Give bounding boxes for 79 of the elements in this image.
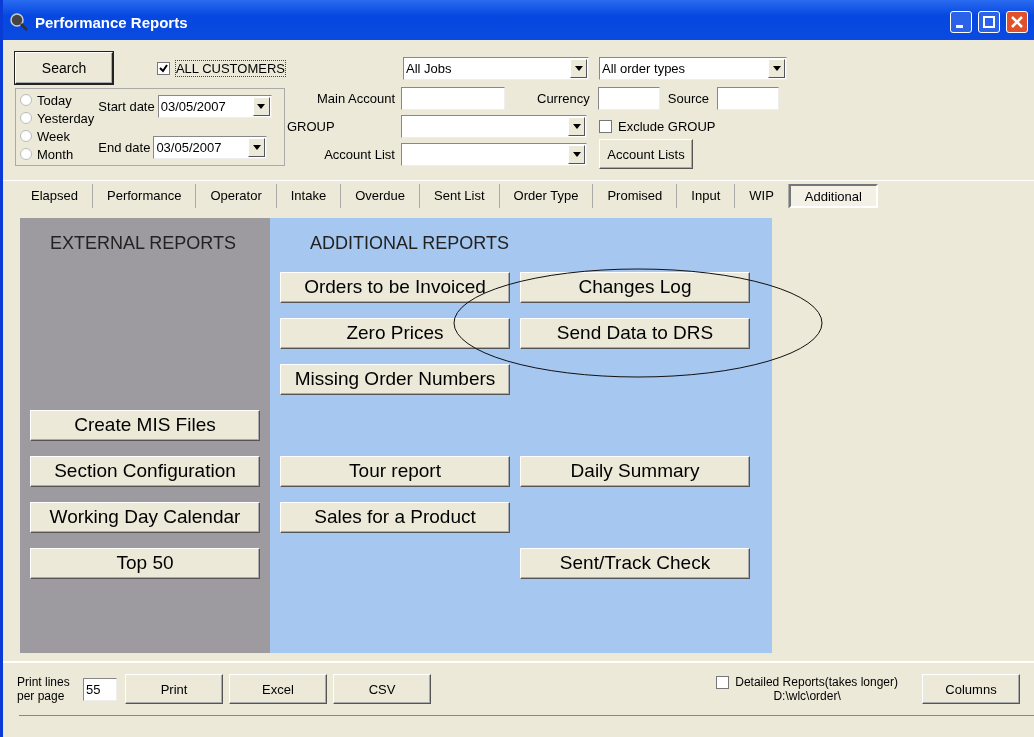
text-field[interactable]	[716, 86, 779, 110]
text-field[interactable]	[597, 86, 660, 110]
combo-value: All order types	[602, 60, 686, 76]
combo-value: All Jobs	[406, 60, 452, 76]
toolbar-button[interactable]: Print	[125, 674, 223, 704]
checkbox[interactable]	[156, 61, 170, 75]
caret-icon	[772, 65, 781, 71]
window-title: Performance Reports	[35, 13, 189, 31]
report-button[interactable]: Zero Prices	[280, 317, 510, 349]
checkbox-label: Detailed Reports(takes longer)	[735, 675, 898, 689]
path-label: D:\wlc\order\	[773, 689, 841, 703]
checkbox-label: Exclude GROUP	[618, 118, 716, 134]
panel-title: EXTERNAL REPORTS	[49, 231, 238, 254]
field-label: GROUP	[287, 118, 336, 134]
tab[interactable]: Order Type	[499, 183, 594, 208]
close-button[interactable]	[1006, 11, 1028, 33]
tab[interactable]: Promised	[593, 183, 678, 208]
caret-icon	[252, 145, 261, 150]
text-field[interactable]: 55	[83, 677, 117, 701]
field-label: Source	[667, 90, 709, 106]
report-button[interactable]: Orders to be Invoiced	[280, 271, 510, 303]
checkbox[interactable]	[716, 675, 730, 689]
text-field[interactable]	[401, 86, 505, 110]
combo-box[interactable]: All order types	[599, 56, 787, 80]
report-button[interactable]: Section Configuration	[30, 455, 260, 487]
report-button[interactable]: Missing Order Numbers	[280, 363, 510, 395]
minimize-icon	[955, 24, 963, 28]
field-label: Start date	[98, 99, 155, 114]
checkbox[interactable]	[599, 119, 612, 133]
radio-option[interactable]: Week	[20, 128, 95, 144]
check-icon	[158, 63, 168, 73]
caret-icon	[572, 123, 581, 129]
magnifier-icon	[9, 12, 29, 32]
date-value: 03/05/2007	[156, 140, 222, 155]
toolbar-button[interactable]: Excel	[229, 674, 327, 704]
tab[interactable]: Overdue	[341, 183, 420, 208]
field-label: Main Account	[316, 90, 396, 106]
report-button[interactable]: Sent/Track Check	[520, 547, 750, 579]
maximize-icon	[983, 16, 995, 28]
caret-icon	[257, 104, 266, 109]
report-button[interactable]: Tour report	[280, 455, 510, 487]
radio-option[interactable]: Yesterday	[20, 110, 95, 126]
tab[interactable]: Input	[677, 183, 736, 208]
tab[interactable]: Performance	[93, 183, 197, 208]
tab[interactable]: Sent List	[420, 183, 500, 208]
tab[interactable]: Intake	[276, 183, 342, 208]
tab[interactable]: Elapsed	[17, 183, 93, 208]
print-lines-label: Print lines per page	[17, 674, 71, 704]
tab[interactable]: WIP	[735, 183, 789, 208]
panel-title: ADDITIONAL REPORTS	[309, 231, 511, 254]
report-button[interactable]: Send Data to DRS	[520, 317, 750, 349]
report-button[interactable]: Working Day Calendar	[30, 501, 260, 533]
search-button[interactable]: Search	[15, 52, 113, 84]
caret-icon	[572, 151, 581, 157]
field-label: Currency	[537, 90, 590, 106]
radio-option[interactable]: Month	[20, 146, 95, 162]
toolbar-button[interactable]: CSV	[333, 674, 431, 704]
report-button[interactable]: Changes Log	[520, 271, 750, 303]
columns-button[interactable]: Columns	[922, 674, 1020, 704]
date-picker[interactable]: 03/05/2007	[157, 95, 272, 118]
combo-box[interactable]: All Jobs	[403, 56, 589, 80]
tab[interactable]: Operator	[196, 183, 277, 208]
radio-option[interactable]: Today	[20, 92, 95, 108]
tab[interactable]: Additional	[788, 183, 878, 208]
report-button[interactable]: Create MIS Files	[30, 409, 260, 441]
account-lists-button[interactable]: Account Lists	[599, 139, 693, 169]
field-value: 55	[86, 681, 101, 697]
date-picker[interactable]: 03/05/2007	[153, 136, 268, 159]
report-button[interactable]: Top 50	[30, 547, 260, 579]
report-button[interactable]: Sales for a Product	[280, 501, 510, 533]
field-label: Account List	[324, 146, 396, 162]
report-button[interactable]: Daily Summary	[520, 455, 750, 487]
caret-icon	[574, 65, 583, 71]
minimize-button[interactable]	[950, 11, 972, 33]
date-value: 03/05/2007	[160, 99, 226, 114]
checkbox-label: ALL CUSTOMERS	[175, 60, 285, 76]
close-icon	[1011, 16, 1023, 28]
field-label: End date	[98, 140, 151, 155]
maximize-button[interactable]	[978, 11, 1000, 33]
